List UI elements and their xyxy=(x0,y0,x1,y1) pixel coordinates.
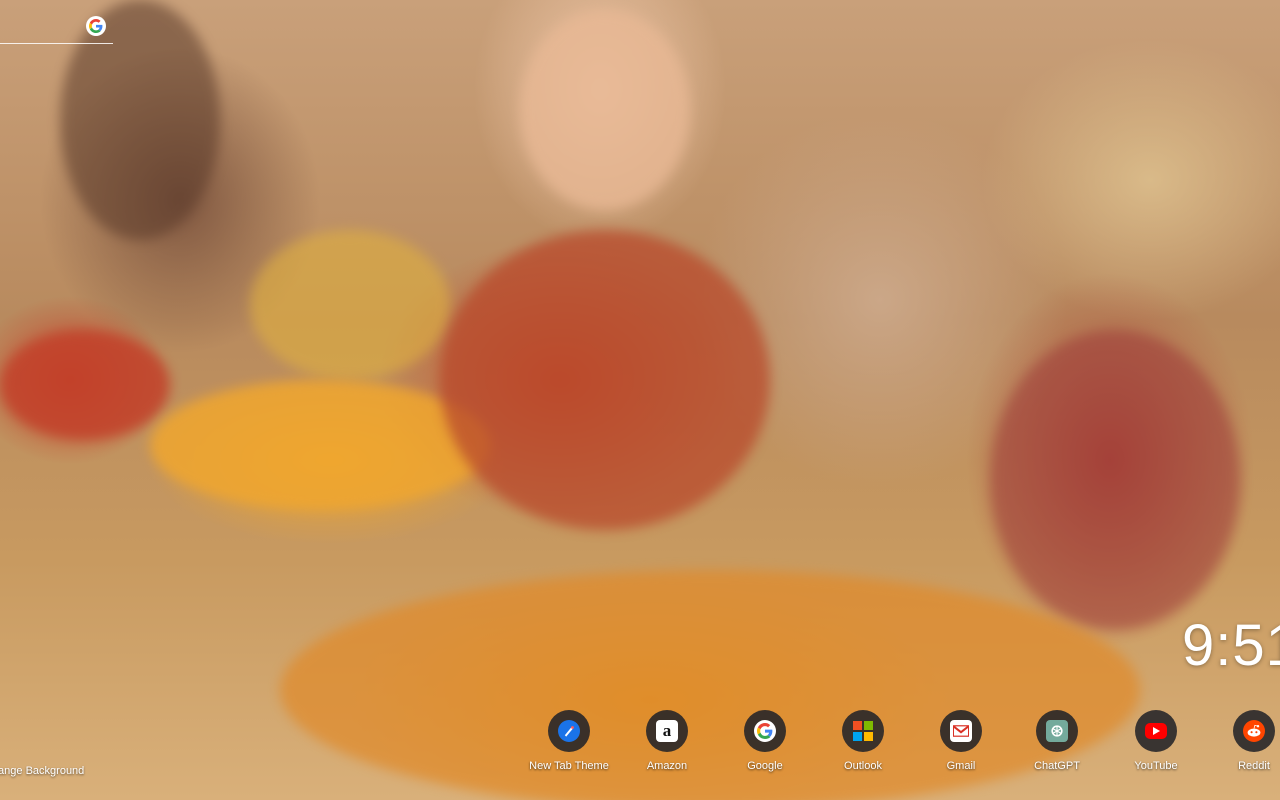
shortcut-reddit[interactable]: Reddit xyxy=(1209,710,1280,772)
outlook-icon xyxy=(852,720,874,742)
clock: 9:51 xyxy=(1182,613,1280,678)
shortcut-label: Outlook xyxy=(844,760,882,772)
shortcut-icon-circle xyxy=(548,710,590,752)
shortcut-youtube[interactable]: YouTube xyxy=(1111,710,1201,772)
shortcut-gmail[interactable]: Gmail xyxy=(916,710,1006,772)
shortcut-icon-circle xyxy=(940,710,982,752)
google-icon xyxy=(754,720,776,742)
shortcut-google[interactable]: Google xyxy=(720,710,810,772)
shortcut-icon-circle xyxy=(1135,710,1177,752)
photo-shape xyxy=(990,330,1240,630)
photo-shape xyxy=(520,10,690,210)
amazon-icon: a xyxy=(656,720,678,742)
new-tab-theme-icon xyxy=(558,720,580,742)
shortcut-icon-circle xyxy=(1036,710,1078,752)
photo-shape xyxy=(0,330,170,440)
change-background-button[interactable]: Change Background xyxy=(0,765,84,777)
shortcut-label: Amazon xyxy=(646,760,688,772)
shortcut-amazon[interactable]: a Amazon xyxy=(622,710,712,772)
shortcut-icon-circle xyxy=(744,710,786,752)
shortcut-chatgpt[interactable]: ChatGPT xyxy=(1012,710,1102,772)
shortcut-label: New Tab Theme xyxy=(529,760,609,772)
background-photo: Change Background 9:51 New Tab Theme a A… xyxy=(0,0,1280,800)
shortcut-icon-circle: a xyxy=(646,710,688,752)
reddit-icon xyxy=(1243,720,1265,742)
shortcut-new-tab-theme[interactable]: New Tab Theme xyxy=(524,710,614,772)
shortcut-icon-circle xyxy=(842,710,884,752)
gmail-icon xyxy=(950,720,972,742)
photo-shape xyxy=(250,230,450,380)
youtube-icon xyxy=(1145,723,1167,739)
photo-shape xyxy=(440,230,770,530)
photo-shape xyxy=(150,380,490,510)
chatgpt-icon xyxy=(1046,720,1068,742)
shortcut-label: Gmail xyxy=(946,760,976,772)
shortcut-label: Reddit xyxy=(1238,760,1270,772)
search-bar[interactable] xyxy=(0,12,113,44)
shortcut-icon-circle xyxy=(1233,710,1275,752)
shortcut-label: Google xyxy=(747,760,783,772)
shortcut-label: ChatGPT xyxy=(1034,760,1080,772)
shortcut-outlook[interactable]: Outlook xyxy=(818,710,908,772)
shortcut-label: YouTube xyxy=(1134,760,1178,772)
google-icon xyxy=(86,16,106,36)
